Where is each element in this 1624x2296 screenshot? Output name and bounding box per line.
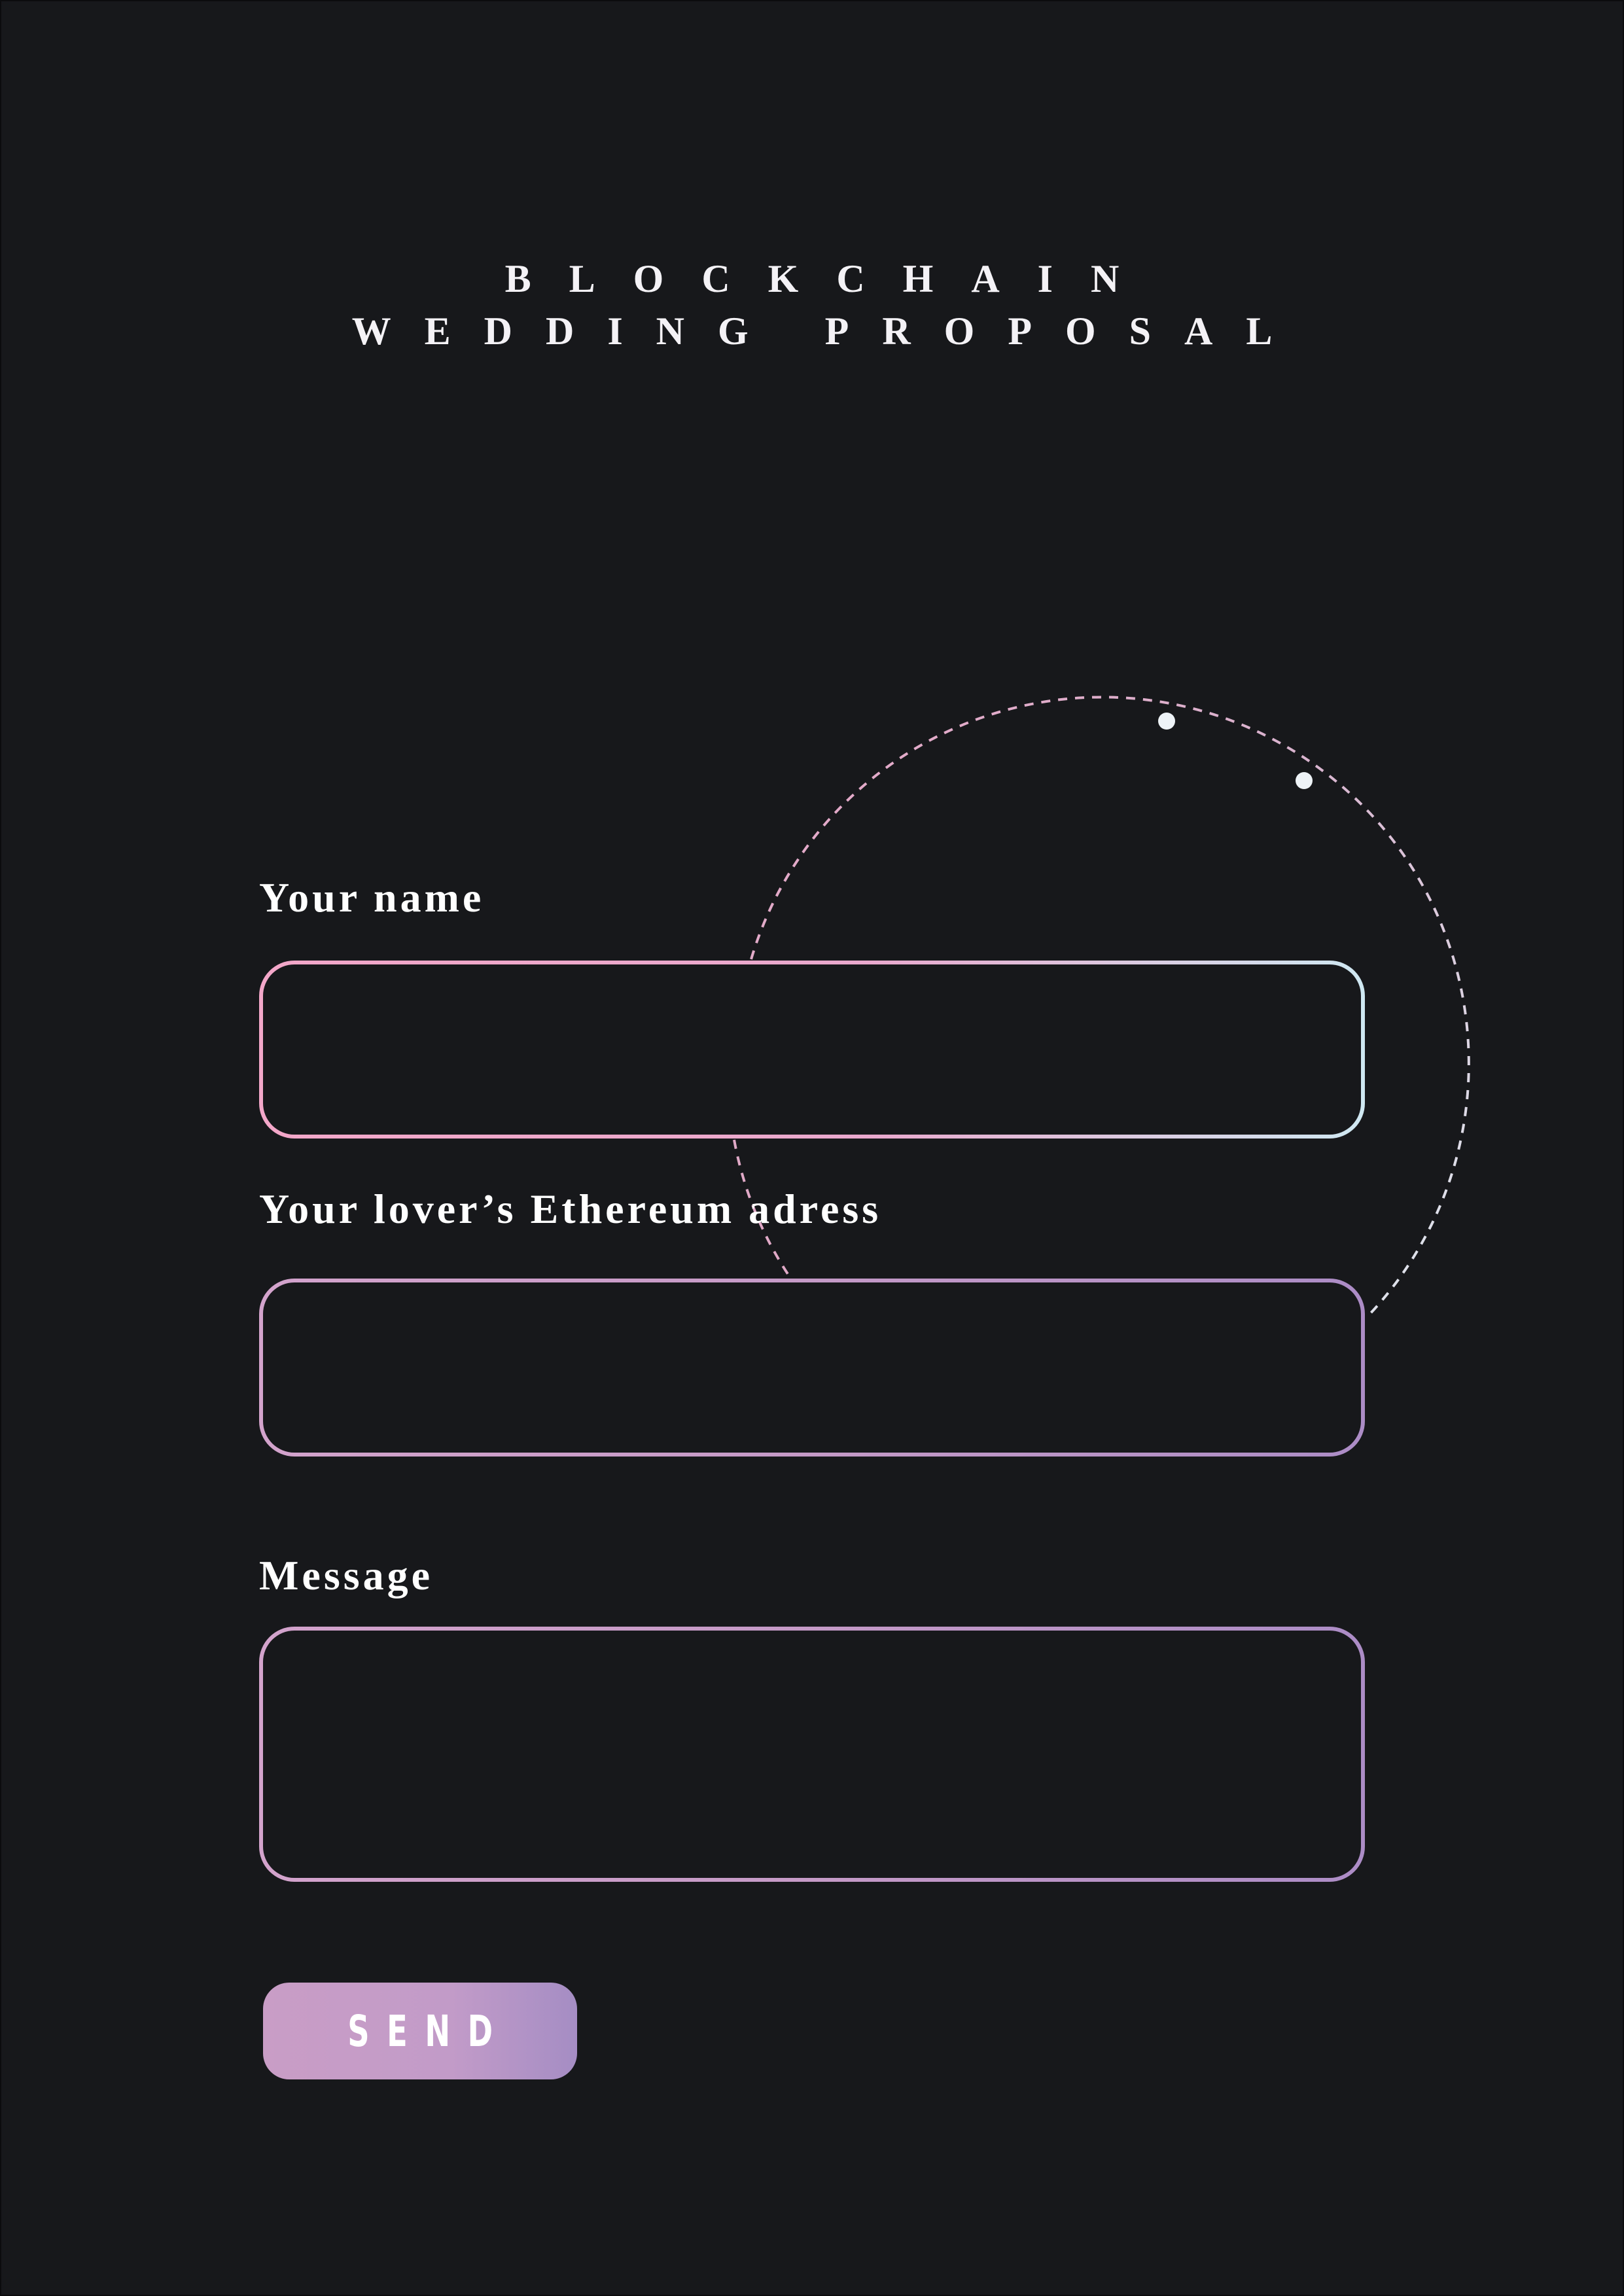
message-field-inner [263,1631,1361,1878]
name-input[interactable] [263,964,1361,1135]
ethereum-address-input[interactable] [263,1282,1361,1453]
address-field-inner [263,1282,1361,1453]
name-label: Your name [259,874,485,921]
name-field-inner [263,964,1361,1135]
send-button-label: SEND [347,2005,510,2057]
name-field-frame [259,961,1365,1139]
message-field-frame [259,1627,1365,1882]
address-label: Your lover’s Ethereum adress [259,1186,882,1232]
page-title-line-1: BLOCKCHAIN [504,257,1157,300]
send-button[interactable]: SEND [263,1983,577,2079]
page-title-line-2: WEDDING PROPOSAL [351,309,1306,353]
address-field-frame [259,1279,1365,1457]
message-label: Message [259,1552,434,1598]
message-textarea[interactable] [263,1631,1361,1878]
